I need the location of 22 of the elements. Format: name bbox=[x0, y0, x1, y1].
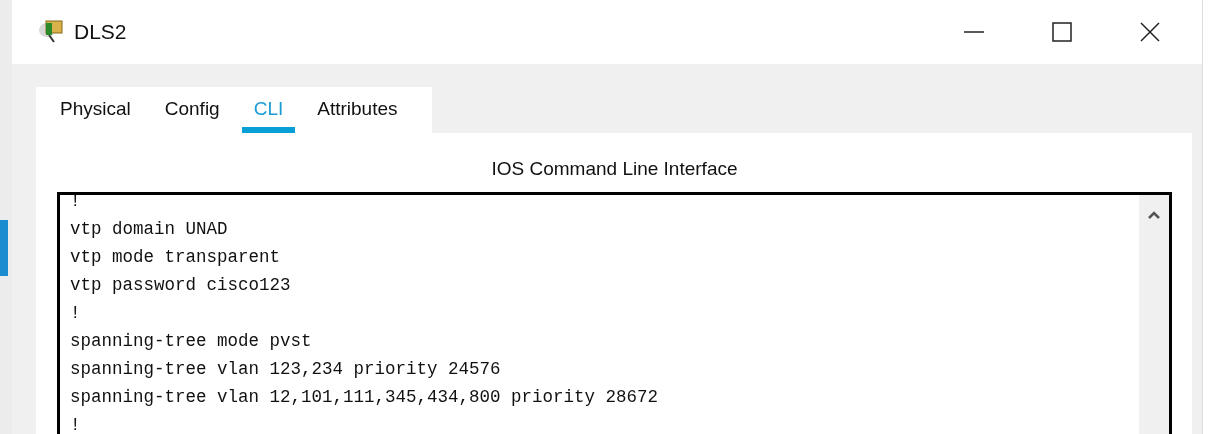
terminal-line: spanning-tree vlan 12,101,111,345,434,800 priority 28672 bbox=[70, 386, 660, 409]
tab[interactable]: Attributes bbox=[305, 87, 410, 133]
terminal-line: ! bbox=[70, 195, 82, 213]
device-icon bbox=[38, 19, 66, 45]
terminal-line: vtp password cisco123 bbox=[70, 274, 292, 297]
scrollbar[interactable] bbox=[1139, 195, 1169, 434]
terminal-line: ! bbox=[70, 414, 82, 434]
terminal-line: spanning-tree vlan 123,234 priority 24576 bbox=[70, 358, 502, 381]
terminal-output[interactable]: ! vtp domain UNAD vtp mode transparent vtp password cisco123 ! spanning-tree mode pvst spanning-tree vlan 123,234 priority 24576 spanning-tree vlan 12,101,111,345,434,800 priority 28672 ! bbox=[57, 192, 1172, 434]
tab[interactable]: Config bbox=[152, 87, 232, 133]
close-icon bbox=[1139, 21, 1161, 43]
minimize-icon bbox=[963, 31, 985, 33]
window-title: DLS2 bbox=[74, 20, 127, 44]
panel-title: IOS Command Line Interface bbox=[490, 157, 739, 181]
terminal-line: spanning-tree mode pvst bbox=[70, 330, 313, 353]
window-edge bbox=[0, 220, 8, 276]
maximize-icon bbox=[1051, 21, 1073, 43]
terminal-line: vtp domain UNAD bbox=[70, 218, 229, 241]
terminal-line: vtp mode transparent bbox=[70, 246, 282, 269]
terminal-line: ! bbox=[70, 302, 82, 325]
tab[interactable]: Physical bbox=[48, 87, 143, 133]
scroll-up-icon[interactable] bbox=[1148, 211, 1160, 219]
